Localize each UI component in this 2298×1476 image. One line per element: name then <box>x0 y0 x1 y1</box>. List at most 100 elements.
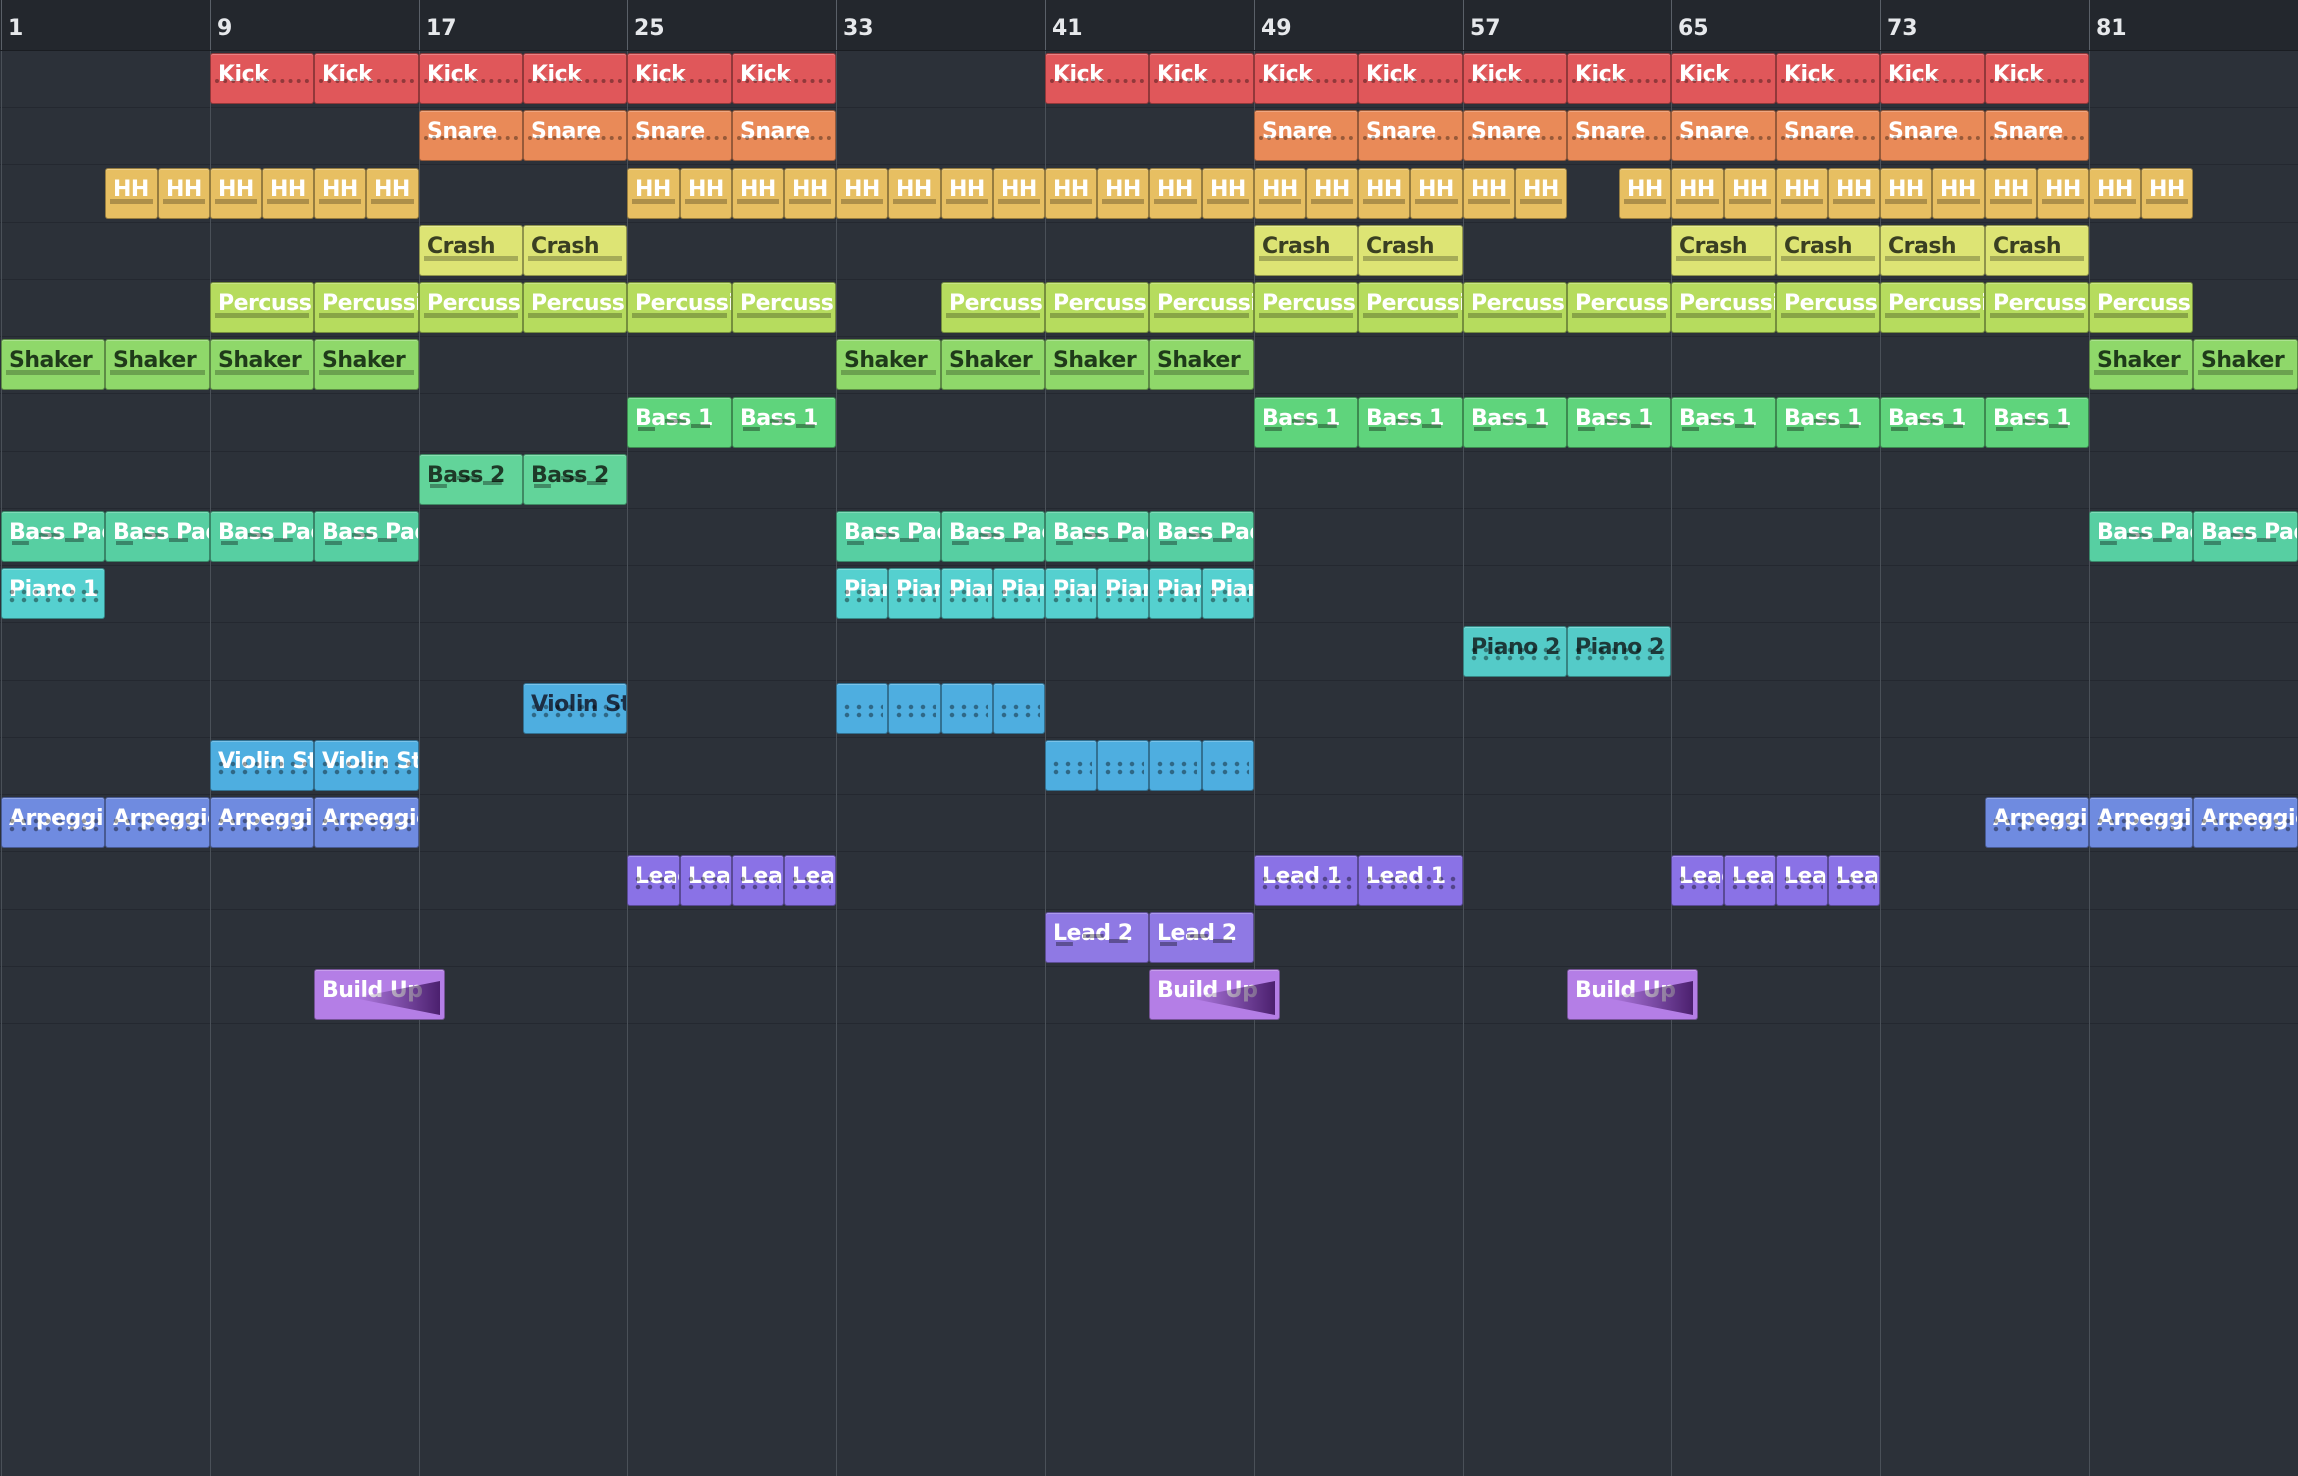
region-percussion[interactable]: Percussi <box>314 282 419 333</box>
region-percussion[interactable]: Percussi <box>1880 282 1985 333</box>
region-hh[interactable]: HH <box>1463 168 1515 219</box>
region-buildup[interactable]: Build Up <box>1149 969 1280 1020</box>
region-basspad[interactable]: Bass Pad <box>2193 511 2298 562</box>
region-hh[interactable]: HH <box>1254 168 1306 219</box>
region-hh[interactable]: HH <box>262 168 314 219</box>
region-violin2[interactable]: Violin St <box>210 740 314 791</box>
region-piano2[interactable]: Piano 2 <box>1567 626 1671 677</box>
region-kick[interactable]: Kick <box>419 53 523 104</box>
region-percussion[interactable]: Percussi <box>1776 282 1880 333</box>
region-kick[interactable]: Kick <box>732 53 836 104</box>
region-hh[interactable]: HH <box>1149 168 1202 219</box>
region-bass1[interactable]: Bass 1 <box>1358 397 1463 448</box>
region-crash[interactable]: Crash <box>1880 225 1985 276</box>
region-arpeggio[interactable]: Arpeggio <box>210 797 314 848</box>
region-snare[interactable]: Snare <box>627 110 732 161</box>
region-kick[interactable]: Kick <box>1463 53 1567 104</box>
region-kick[interactable]: Kick <box>1985 53 2089 104</box>
region-hh[interactable]: HH <box>1515 168 1567 219</box>
region-kick[interactable]: Kick <box>523 53 627 104</box>
region-hh[interactable]: HH <box>158 168 210 219</box>
region-basspad[interactable]: Bass Pad <box>1045 511 1149 562</box>
region-piano2[interactable]: Piano 2 <box>1463 626 1567 677</box>
region-kick[interactable]: Kick <box>1671 53 1776 104</box>
region-lead1[interactable]: Lead 1 <box>784 855 836 906</box>
region-hh[interactable]: HH <box>1202 168 1254 219</box>
region-bass2[interactable]: Bass 2 <box>523 454 627 505</box>
region-piano1[interactable]: Piano 1 <box>941 568 993 619</box>
region-shaker[interactable]: Shaker <box>836 339 941 390</box>
region-snare[interactable]: Snare <box>523 110 627 161</box>
region-hh[interactable]: HH <box>1358 168 1410 219</box>
region-hh[interactable]: HH <box>732 168 784 219</box>
region-hh[interactable]: HH <box>836 168 888 219</box>
region-lead1[interactable]: Lead 1 <box>1776 855 1828 906</box>
region-violin1[interactable] <box>993 683 1045 734</box>
region-kick[interactable]: Kick <box>1149 53 1254 104</box>
region-hh[interactable]: HH <box>941 168 993 219</box>
region-hh[interactable]: HH <box>1306 168 1358 219</box>
region-violin1[interactable]: Violin St <box>523 683 627 734</box>
region-kick[interactable]: Kick <box>1045 53 1149 104</box>
region-lead1[interactable]: Lead 1 <box>1671 855 1724 906</box>
region-hh[interactable]: HH <box>2141 168 2193 219</box>
region-hh[interactable]: HH <box>1619 168 1671 219</box>
region-lead1[interactable]: Lead 1 <box>732 855 784 906</box>
region-percussion[interactable]: Percussi <box>2089 282 2193 333</box>
region-arpeggio[interactable]: Arpeggio <box>105 797 210 848</box>
region-arpeggio[interactable]: Arpeggio <box>314 797 419 848</box>
region-piano1[interactable]: Piano 1 <box>1097 568 1149 619</box>
region-percussion[interactable]: Percussi <box>1985 282 2089 333</box>
region-crash[interactable]: Crash <box>523 225 627 276</box>
region-shaker[interactable]: Shaker <box>2193 339 2298 390</box>
region-hh[interactable]: HH <box>1985 168 2037 219</box>
region-hh[interactable]: HH <box>1724 168 1776 219</box>
region-bass1[interactable]: Bass 1 <box>1880 397 1985 448</box>
region-percussion[interactable]: Percussi <box>1358 282 1463 333</box>
region-piano1[interactable]: Piano 1 <box>1 568 105 619</box>
region-bass1[interactable]: Bass 1 <box>627 397 732 448</box>
region-piano1[interactable]: Piano 1 <box>888 568 941 619</box>
region-shaker[interactable]: Shaker <box>1045 339 1149 390</box>
region-bass1[interactable]: Bass 1 <box>1463 397 1567 448</box>
region-snare[interactable]: Snare <box>1567 110 1671 161</box>
region-hh[interactable]: HH <box>314 168 366 219</box>
region-basspad[interactable]: Bass Pad <box>210 511 314 562</box>
region-percussion[interactable]: Percussi <box>627 282 732 333</box>
region-percussion[interactable]: Percussi <box>732 282 836 333</box>
region-crash[interactable]: Crash <box>1254 225 1358 276</box>
region-bass1[interactable]: Bass 1 <box>732 397 836 448</box>
region-piano1[interactable]: Piano 1 <box>1149 568 1202 619</box>
region-snare[interactable]: Snare <box>1358 110 1463 161</box>
region-percussion[interactable]: Percussi <box>523 282 627 333</box>
region-hh[interactable]: HH <box>993 168 1045 219</box>
region-hh[interactable]: HH <box>1045 168 1097 219</box>
region-kick[interactable]: Kick <box>210 53 314 104</box>
region-crash[interactable]: Crash <box>1358 225 1463 276</box>
region-hh[interactable]: HH <box>210 168 262 219</box>
region-basspad[interactable]: Bass Pad <box>836 511 941 562</box>
region-snare[interactable]: Snare <box>1880 110 1985 161</box>
region-snare[interactable]: Snare <box>1463 110 1567 161</box>
region-lead2[interactable]: Lead 2 <box>1045 912 1149 963</box>
region-arpeggio[interactable]: Arpeggio <box>2089 797 2193 848</box>
region-percussion[interactable]: Percussi <box>1254 282 1358 333</box>
region-lead1[interactable]: Lead 1 <box>627 855 680 906</box>
region-hh[interactable]: HH <box>2037 168 2089 219</box>
region-lead2[interactable]: Lead 2 <box>1149 912 1254 963</box>
region-kick[interactable]: Kick <box>314 53 419 104</box>
region-bass1[interactable]: Bass 1 <box>1776 397 1880 448</box>
region-arpeggio[interactable]: Arpeggio <box>1985 797 2089 848</box>
region-kick[interactable]: Kick <box>1358 53 1463 104</box>
region-piano1[interactable]: Piano 1 <box>1045 568 1097 619</box>
region-lead1[interactable]: Lead 1 <box>1254 855 1358 906</box>
region-hh[interactable]: HH <box>1410 168 1463 219</box>
region-kick[interactable]: Kick <box>1776 53 1880 104</box>
region-basspad[interactable]: Bass Pad <box>1 511 105 562</box>
region-arpeggio[interactable]: Arpeggio <box>1 797 105 848</box>
region-violin1[interactable] <box>836 683 888 734</box>
region-percussion[interactable]: Percussi <box>210 282 314 333</box>
region-bass1[interactable]: Bass 1 <box>1567 397 1671 448</box>
region-violin2[interactable] <box>1045 740 1097 791</box>
region-percussion[interactable]: Percussi <box>1045 282 1149 333</box>
